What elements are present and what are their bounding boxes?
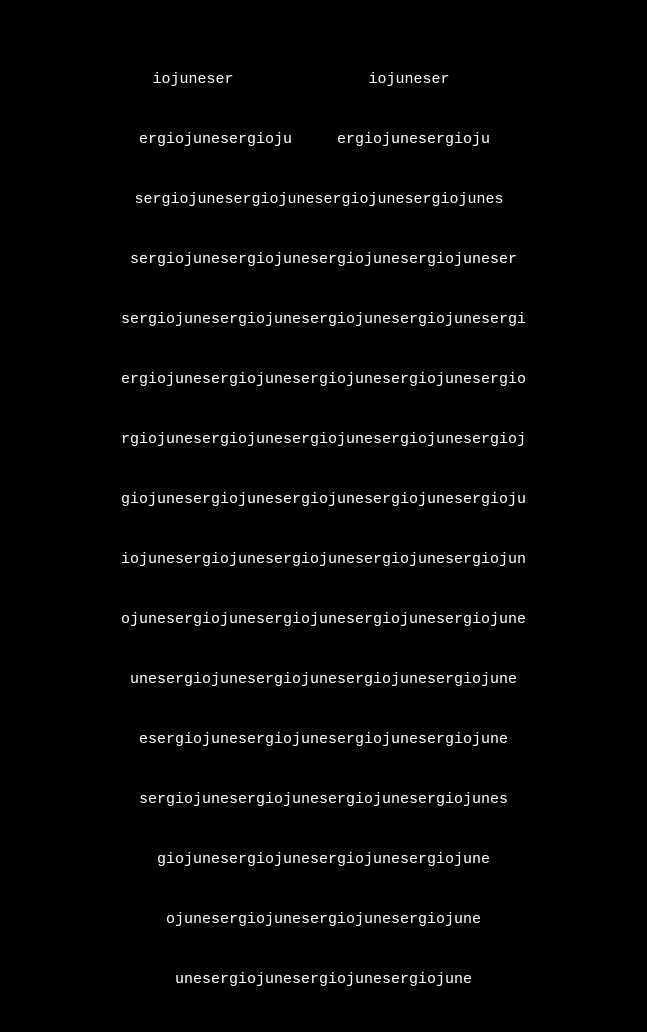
ascii-line: esergiojunesergiojunesergiojunesergiojun… <box>0 730 647 750</box>
ascii-line: sergiojunesergiojunesergiojun <box>0 1030 647 1032</box>
ascii-line: rgiojunesergiojunesergiojunesergiojunese… <box>0 430 647 450</box>
ascii-line: ojunesergiojunesergiojunesergiojunesergi… <box>0 610 647 630</box>
ascii-line: iojuneser iojuneser <box>0 70 647 90</box>
ascii-line: sergiojunesergiojunesergiojunesergiojune… <box>0 310 647 330</box>
ascii-line: ojunesergiojunesergiojunesergiojune <box>0 910 647 930</box>
ascii-heart-art: iojuneser iojuneser ergiojunesergioju er… <box>0 30 647 1032</box>
ascii-line: unesergiojunesergiojunesergiojunesergioj… <box>0 670 647 690</box>
ascii-line: ergiojunesergioju ergiojunesergioju <box>0 130 647 150</box>
ascii-line: ergiojunesergiojunesergiojunesergiojunes… <box>0 370 647 390</box>
ascii-line: sergiojunesergiojunesergiojunesergiojune… <box>0 250 647 270</box>
ascii-line: sergiojunesergiojunesergiojunesergiojune… <box>0 190 647 210</box>
ascii-line: giojunesergiojunesergiojunesergiojune <box>0 850 647 870</box>
ascii-line: unesergiojunesergiojunesergiojune <box>0 970 647 990</box>
ascii-line: sergiojunesergiojunesergiojunesergiojune… <box>0 790 647 810</box>
ascii-line: iojunesergiojunesergiojunesergiojuneserg… <box>0 550 647 570</box>
ascii-line: giojunesergiojunesergiojunesergiojuneser… <box>0 490 647 510</box>
